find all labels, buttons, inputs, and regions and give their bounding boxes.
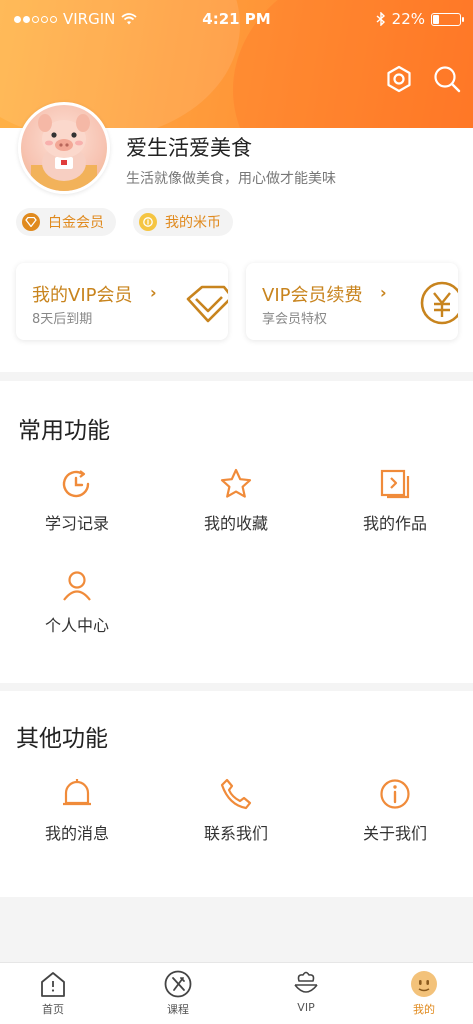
settings-hexagon-icon[interactable] — [384, 64, 414, 94]
tab-label: 我的 — [413, 1003, 435, 1016]
face-icon — [411, 971, 437, 997]
about-us-item[interactable]: 关于我们 — [320, 777, 470, 844]
works-icon — [380, 469, 410, 499]
diamond-icon — [22, 213, 40, 231]
search-icon[interactable] — [432, 64, 462, 94]
vip-card-subtitle: 享会员特权 — [262, 312, 328, 327]
user-icon — [63, 571, 91, 601]
tab-label: 首页 — [42, 1003, 64, 1016]
vip-renewal-card[interactable]: VIP会员续费 › 享会员特权 — [246, 263, 458, 340]
function-label: 我的消息 — [44, 824, 109, 843]
badge-label: 白金会员 — [48, 215, 104, 231]
common-functions-section: 常用功能 学习记录 我的收藏 我的作品 个人中心 — [0, 381, 473, 683]
other-functions-section: 其他功能 我的消息 联系我们 关于我们 — [0, 691, 473, 897]
clock-history-icon — [62, 470, 90, 498]
my-works-item[interactable]: 我的作品 — [320, 467, 470, 534]
function-label: 我的作品 — [362, 514, 427, 533]
platinum-member-badge[interactable]: 白金会员 — [16, 208, 116, 236]
badge-label: 我的米币 — [165, 215, 221, 231]
study-history-item[interactable]: 学习记录 — [2, 467, 152, 534]
user-signature: 生活就像做美食，用心做才能美味 — [126, 171, 336, 187]
function-label: 学习记录 — [44, 514, 109, 533]
battery-info: 22% — [376, 10, 464, 28]
phone-icon — [220, 778, 252, 810]
my-vip-card[interactable]: 我的VIP会员 › 8天后到期 — [16, 263, 228, 340]
avatar[interactable] — [18, 102, 110, 194]
vip-diamond-icon — [186, 285, 228, 323]
my-favorites-item[interactable]: 我的收藏 — [161, 467, 311, 534]
contact-us-item[interactable]: 联系我们 — [161, 777, 311, 844]
vip-card-subtitle: 8天后到期 — [32, 312, 93, 327]
function-label: 关于我们 — [362, 824, 427, 843]
function-label: 我的收藏 — [203, 514, 268, 533]
battery-percent: 22% — [391, 10, 425, 28]
vip-chef-icon — [294, 971, 318, 993]
pig-avatar-image — [31, 114, 97, 191]
section-title: 常用功能 — [18, 418, 110, 444]
bell-icon — [63, 779, 91, 806]
tab-mine[interactable]: 我的 — [365, 969, 473, 1017]
user-nickname: 爱生活爱美食 — [126, 136, 252, 160]
section-title: 其他功能 — [16, 726, 108, 752]
bottom-tab-bar: 首页 课程 VIP 我的 — [0, 962, 473, 1024]
chevron-right-icon: › — [380, 283, 387, 302]
status-bar: VIRGIN 4:21 PM 22% — [0, 0, 473, 38]
tab-label: 课程 — [167, 1003, 189, 1016]
yuan-coin-icon — [420, 281, 458, 325]
my-messages-item[interactable]: 我的消息 — [2, 777, 152, 844]
function-label: 个人中心 — [44, 616, 109, 635]
battery-icon — [431, 12, 464, 26]
tab-home[interactable]: 首页 — [0, 969, 112, 1017]
personal-center-item[interactable]: 个人中心 — [2, 569, 152, 636]
info-icon — [380, 779, 410, 809]
vip-card-title: 我的VIP会员 — [32, 285, 133, 306]
utensils-icon — [164, 970, 192, 998]
vip-card-title: VIP会员续费 — [262, 285, 363, 306]
star-icon — [220, 468, 252, 498]
tab-label: VIP — [297, 1001, 315, 1014]
tab-vip[interactable]: VIP — [247, 969, 365, 1014]
my-coins-badge[interactable]: 我的米币 — [133, 208, 233, 236]
coin-icon — [139, 213, 157, 231]
bluetooth-icon — [376, 12, 385, 26]
function-label: 联系我们 — [203, 824, 268, 843]
tab-courses[interactable]: 课程 — [119, 969, 237, 1017]
chevron-right-icon: › — [150, 283, 157, 302]
home-icon — [41, 972, 65, 997]
